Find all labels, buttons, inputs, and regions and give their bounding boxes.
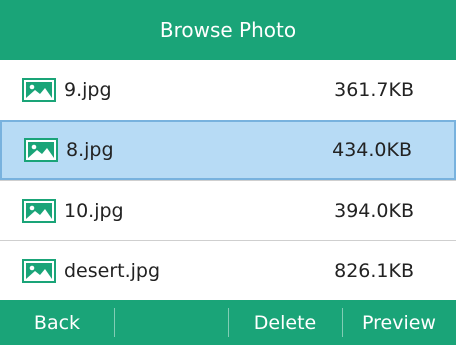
file-size: 434.0KB (332, 139, 412, 161)
file-row-desert-jpg[interactable]: desert.jpg 826.1KB (0, 240, 456, 300)
page-title: Browse Photo (159, 18, 297, 42)
back-button[interactable]: Back (0, 300, 114, 345)
image-file-icon (22, 78, 56, 102)
file-list: 9.jpg 361.7KB 8.jpg 434.0KB 10.jpg 394.0… (0, 60, 456, 300)
image-file-icon (24, 138, 58, 162)
empty-softkey[interactable] (114, 300, 228, 345)
file-size: 361.7KB (334, 79, 414, 101)
image-file-icon (22, 258, 56, 283)
file-row-10-jpg[interactable]: 10.jpg 394.0KB (0, 180, 456, 240)
delete-button-label: Delete (253, 311, 317, 334)
file-size: 826.1KB (334, 259, 414, 282)
softkey-bar: Back Delete Preview (0, 300, 456, 345)
phone-screen: Browse Photo 9.jpg 361.7KB 8.jpg 434.0KB (0, 0, 456, 345)
image-file-icon (22, 198, 56, 223)
preview-button-label: Preview (362, 311, 436, 334)
file-row-8-jpg[interactable]: 8.jpg 434.0KB (0, 120, 456, 180)
file-row-9-jpg[interactable]: 9.jpg 361.7KB (0, 60, 456, 120)
title-bar: Browse Photo (0, 0, 456, 60)
file-name: 8.jpg (66, 139, 114, 161)
file-size: 394.0KB (334, 199, 414, 222)
file-name: 9.jpg (64, 79, 112, 101)
file-name: desert.jpg (64, 259, 161, 282)
preview-button[interactable]: Preview (342, 300, 456, 345)
delete-button[interactable]: Delete (228, 300, 342, 345)
back-button-label: Back (33, 311, 81, 334)
file-name: 10.jpg (64, 199, 124, 222)
